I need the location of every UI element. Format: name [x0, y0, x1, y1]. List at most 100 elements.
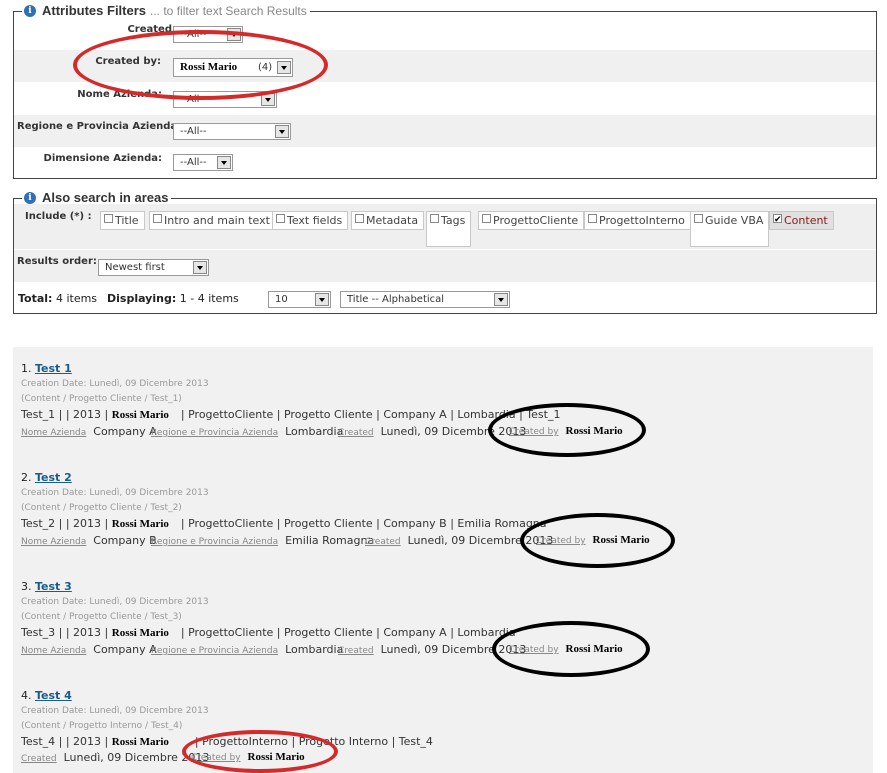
attr-value: Company A — [93, 425, 157, 438]
result-attr-nome-azienda: Nome Azienda Company A — [21, 425, 157, 438]
total-value: 4 items — [55, 292, 98, 305]
result-author: Rossi Mario — [111, 736, 169, 748]
checkbox[interactable] — [153, 214, 162, 223]
dimensione-select[interactable]: --All-- — [173, 154, 233, 171]
result-title: 4. Test 4 — [21, 689, 72, 702]
attr-value: Lunedì, 09 Dicembre 2013 — [407, 534, 554, 547]
result-title: 1. Test 1 — [21, 362, 72, 375]
results-order-select[interactable]: Newest first — [98, 259, 209, 276]
filter-label-created: Created: — [127, 24, 176, 35]
checkbox-label: Text fields — [287, 214, 343, 227]
area-checkbox-title[interactable]: Title — [100, 211, 145, 230]
dimensione-select-value: --All-- — [180, 157, 207, 168]
created-by-select[interactable]: Rossi Mario (4) — [173, 58, 293, 77]
regione-select[interactable]: --All-- — [173, 123, 291, 140]
result-creation-date: Creation Date: Lunedì, 09 Dicembre 2013 — [21, 488, 209, 498]
checkbox-label: ProgettoCliente — [493, 214, 579, 227]
checkbox[interactable] — [694, 214, 703, 223]
area-checkbox-content[interactable]: Content — [769, 211, 834, 230]
chevron-down-icon — [261, 93, 275, 106]
result-number: 3. — [21, 580, 32, 593]
checkbox-label: Intro and main text — [164, 214, 270, 227]
attributes-filters-title: Attributes Filters — [42, 3, 147, 18]
area-checkbox-progetto-cliente[interactable]: ProgettoCliente — [478, 211, 585, 230]
checkbox[interactable] — [104, 214, 113, 223]
attr-value: Company A — [93, 643, 157, 656]
result-attr-created: Created Lunedì, 09 Dicembre 2013 — [365, 534, 553, 547]
attr-label: Regione e Provincia Azienda — [151, 428, 279, 438]
regione-select-value: --All-- — [180, 126, 207, 137]
area-checkbox-text-fields[interactable]: Text fields — [272, 211, 349, 230]
result-summary-b: | ProgettoInterno | Progetto Interno | T… — [194, 735, 433, 748]
result-creation-date: Creation Date: Lunedì, 09 Dicembre 2013 — [21, 706, 209, 716]
checkbox-label: Tags — [441, 214, 466, 227]
checkbox[interactable] — [430, 214, 439, 223]
nome-azienda-select[interactable]: --All-- — [173, 91, 277, 108]
filter-label-regione: Regione e Provincia Azienda: — [17, 121, 182, 132]
attr-label: Created — [338, 646, 374, 656]
checkbox-label: Guide VBA — [705, 214, 764, 227]
result-number: 1. — [21, 362, 32, 375]
attr-value: Rossi Mario — [565, 643, 623, 655]
summary-displaying: Displaying: 1 - 4 items — [107, 292, 239, 305]
result-item: 1. Test 1 Creation Date: Lunedì, 09 Dice… — [13, 347, 873, 456]
checkbox-checked[interactable] — [773, 212, 782, 229]
info-icon: i — [24, 4, 36, 17]
result-path: (Content / Progetto Interno / Test_4) — [21, 721, 183, 731]
result-link[interactable]: Test 3 — [35, 580, 72, 593]
filter-row-created-by: Created by: Rossi Mario (4) — [14, 50, 876, 82]
filter-row-regione: Regione e Provincia Azienda: --All-- — [14, 115, 876, 147]
checkbox-label: Content — [784, 214, 828, 227]
area-checkbox-intro[interactable]: Intro and main text — [149, 211, 276, 230]
chevron-down-icon — [277, 61, 291, 74]
result-item: 2. Test 2 Creation Date: Lunedì, 09 Dice… — [13, 456, 873, 565]
attr-label: Created — [21, 754, 57, 764]
search-areas-title: Also search in areas — [42, 190, 169, 205]
result-path: (Content / Progetto Cliente / Test_3) — [21, 612, 182, 622]
nome-azienda-select-value: --All-- — [180, 94, 207, 105]
attr-label: Regione e Provincia Azienda — [151, 537, 279, 547]
attr-value: Rossi Mario — [592, 534, 650, 546]
attr-label: Nome Azienda — [21, 428, 87, 438]
result-author: Rossi Mario — [111, 518, 169, 530]
checkbox[interactable] — [482, 214, 491, 223]
attr-value: Lombardia — [285, 425, 344, 438]
area-checkbox-guide-vba[interactable]: Guide VBA — [690, 211, 770, 247]
filter-label-created-by: Created by: — [95, 56, 161, 67]
filter-label-nome-azienda: Nome Azienda: — [77, 89, 162, 100]
chevron-down-icon — [227, 28, 241, 41]
sort-select[interactable]: Title -- Alphabetical — [340, 291, 510, 308]
area-checkbox-progetto-interno[interactable]: ProgettoInterno — [584, 211, 691, 230]
result-link[interactable]: Test 2 — [35, 471, 72, 484]
created-select[interactable]: --All-- — [173, 26, 243, 43]
result-attr-created-by: Created by Rossi Mario — [536, 533, 650, 546]
attributes-filters-legend: i Attributes Filters ... to filter text … — [22, 3, 310, 18]
result-summary: Test_4 | | 2013 | Rossi Mario | ProgettoI… — [21, 735, 433, 748]
checkbox[interactable] — [588, 214, 597, 223]
result-attr-nome-azienda: Nome Azienda Company B — [21, 534, 157, 547]
attr-value: Company B — [93, 534, 157, 547]
result-item: 3. Test 3 Creation Date: Lunedì, 09 Dice… — [13, 565, 873, 674]
result-author: Rossi Mario — [111, 409, 169, 421]
result-attr-nome-azienda: Nome Azienda Company A — [21, 643, 157, 656]
result-link[interactable]: Test 1 — [35, 362, 72, 375]
filter-row-nome-azienda: Nome Azienda: --All-- — [14, 83, 876, 114]
attr-label: Created — [338, 428, 374, 438]
attr-value: Lombardia — [285, 643, 344, 656]
sort-value: Title -- Alphabetical — [347, 294, 445, 305]
result-attr-regione: Regione e Provincia Azienda Emilia Romag… — [151, 534, 374, 547]
result-link[interactable]: Test 4 — [35, 689, 72, 702]
checkbox[interactable] — [355, 214, 364, 223]
checkbox[interactable] — [276, 214, 285, 223]
area-checkbox-tags[interactable]: Tags — [426, 211, 472, 247]
result-summary-a: Test_4 | | 2013 | — [21, 735, 109, 748]
area-checkbox-metadata[interactable]: Metadata — [351, 211, 425, 230]
attr-value: Rossi Mario — [247, 751, 305, 763]
result-summary: Test_3 | | 2013 | Rossi Mario | ProgettoC… — [21, 626, 516, 639]
per-page-select[interactable]: 10 — [268, 291, 331, 308]
attr-value: Rossi Mario — [565, 425, 623, 437]
result-attr-created: Created Lunedì, 09 Dicembre 2013 — [21, 751, 209, 764]
result-summary-a: Test_3 | | 2013 | — [21, 626, 109, 639]
chevron-down-icon — [494, 293, 508, 306]
attr-label: Created by — [509, 645, 559, 655]
